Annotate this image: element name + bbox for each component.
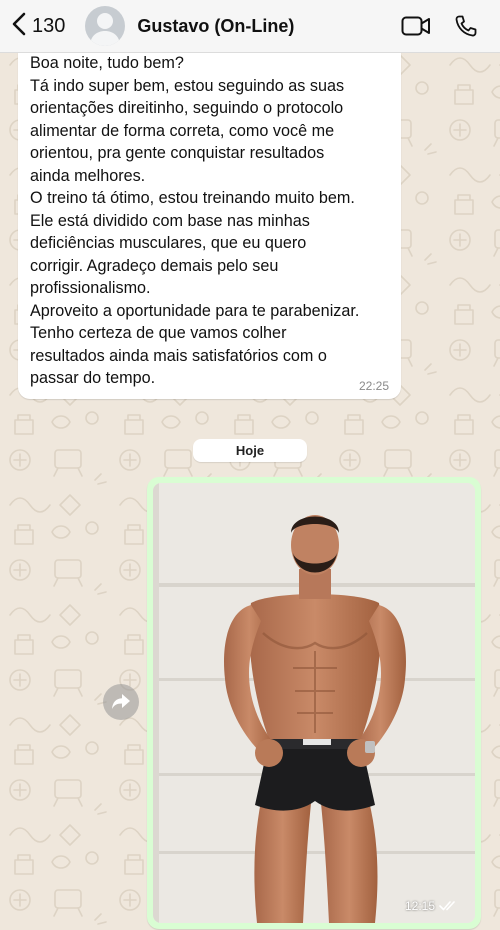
message-line: deficiências musculares, que eu quero [30,234,307,252]
message-line: Tenho certeza de que vamos colher [30,324,287,342]
outgoing-photo-bubble[interactable]: 12:15 [147,477,481,929]
message-line: O treino tá ótimo, estou treinando muito… [30,189,355,207]
message-line: Boa noite, tudo bem? [30,54,184,72]
message-timestamp: 12:15 [404,899,435,913]
message-line: Tá indo super bem, estou seguindo as sua… [30,76,345,95]
photo-meta: 12:15 [405,899,459,913]
default-avatar-icon [90,13,121,46]
video-camera-icon [401,16,430,36]
message-line: passar do tempo. [30,369,156,387]
forward-arrow-icon [112,694,130,709]
photo-attachment[interactable]: 12:15 [153,483,475,923]
message-line: corrigir. Agradeço demais pelo seu [30,256,279,275]
message-line: orientações direitinho, seguindo o proto… [30,99,344,117]
contact-name[interactable]: Gustavo (On-Line) [137,16,400,37]
message-line: alimentar de forma correta, como você me [30,121,335,140]
day-separator: Hoje [193,439,307,462]
photo-image [153,483,475,923]
phone-icon [455,15,477,37]
message-line: Aproveito a oportunidade para te paraben… [30,301,360,320]
avatar[interactable] [85,6,126,46]
chat-header: 130 Gustavo (On-Line) [0,0,500,53]
incoming-message-bubble[interactable]: Boa noite, tudo bem? Tá indo super bem, … [18,52,401,399]
voice-call-button[interactable] [450,10,482,42]
message-timestamp: 22:25 [358,379,389,393]
forward-button[interactable] [103,684,139,720]
message-line: resultados ainda mais satisfatórios com … [30,346,327,365]
unread-count: 130 [32,14,66,37]
double-check-icon [439,901,455,911]
message-line: ainda melhores. [30,166,146,185]
message-line: orientou, pra gente conquistar resultado… [30,144,325,162]
video-call-button[interactable] [400,10,432,42]
back-button[interactable]: 130 [12,12,65,41]
message-line: Ele está dividido com base nas minhas [30,211,310,230]
message-text: Boa noite, tudo bem? Tá indo super bem, … [30,52,396,390]
chevron-left-icon [12,12,26,41]
message-line: profissionalismo. [30,279,151,297]
